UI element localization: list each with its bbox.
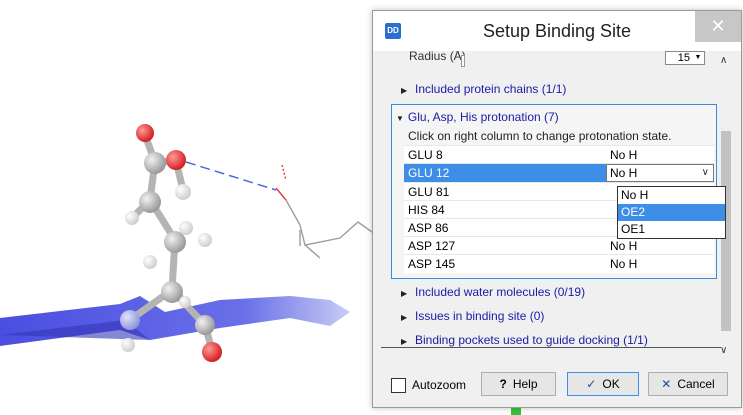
- close-icon: ✕: [661, 377, 672, 391]
- dialog-title: Setup Binding Site: [482, 21, 632, 41]
- section-protonation: ▼ Glu, Asp, His protonation (7) Click on …: [391, 104, 726, 279]
- help-button[interactable]: ? Help: [481, 372, 556, 396]
- section-label: Glu, Asp, His protonation (7): [407, 110, 559, 124]
- table-row[interactable]: ASP 145 No H: [404, 254, 714, 273]
- protonation-state: No H: [610, 166, 638, 180]
- separator: [381, 347, 721, 348]
- section-issues[interactable]: ▶ Issues in binding site (0): [401, 305, 544, 327]
- radius-row: Radius (Å) 15 ▼: [381, 51, 717, 71]
- residue-name: ASP 86: [404, 218, 606, 237]
- expand-arrow-icon: ▶: [401, 313, 408, 322]
- section-label: Included protein chains (1/1): [415, 82, 567, 96]
- residue-name: GLU 12: [404, 163, 606, 183]
- collapse-arrow-icon: ▼: [396, 114, 404, 123]
- settings-scroll-area[interactable]: Radius (Å) 15 ▼ ▶ Included protein chains …: [381, 51, 735, 358]
- table-row[interactable]: GLU 8 No H: [404, 145, 714, 164]
- expand-arrow-icon: ▶: [401, 86, 408, 95]
- section-water-molecules[interactable]: ▶ Included water molecules (0/19): [401, 281, 585, 303]
- expand-arrow-icon: ▶: [401, 289, 408, 298]
- table-row[interactable]: ASP 127 No H: [404, 236, 714, 255]
- radius-spinbox[interactable]: 15 ▼: [665, 51, 705, 65]
- scroll-down-icon[interactable]: ∨: [720, 345, 727, 356]
- autozoom-label: Autozoom: [412, 378, 467, 392]
- cancel-label: Cancel: [677, 377, 715, 391]
- checkbox-box[interactable]: [391, 378, 406, 394]
- cancel-button[interactable]: ✕ Cancel: [648, 372, 728, 396]
- residue-name: HIS 84: [404, 200, 606, 219]
- protonation-state[interactable]: No H: [606, 236, 714, 255]
- section-label: Binding pockets used to guide docking (1…: [415, 333, 648, 347]
- expand-arrow-icon: ▶: [401, 337, 408, 346]
- close-icon: ✕: [710, 16, 726, 36]
- ligand-sticks: [275, 164, 373, 259]
- spin-down-icon[interactable]: ▼: [693, 53, 703, 63]
- close-button[interactable]: ✕: [695, 11, 741, 42]
- radius-slider-handle[interactable]: [461, 55, 465, 67]
- residue-name: GLU 8: [404, 145, 606, 164]
- title-bar[interactable]: DD Setup Binding Site ✕: [373, 11, 741, 51]
- residue-name: GLU 81: [404, 182, 606, 201]
- hydrogen-bond: [185, 161, 277, 191]
- protonation-state[interactable]: No H: [606, 254, 714, 273]
- help-label: Help: [512, 377, 538, 391]
- chevron-down-icon: ∨: [701, 167, 709, 178]
- ok-label: OK: [602, 377, 620, 391]
- setup-binding-site-dialog: DD Setup Binding Site ✕ Radius (Å) 15 ▼ ▶…: [372, 10, 742, 408]
- residue-name: ASP 145: [404, 254, 606, 273]
- scroll-up-icon[interactable]: ∧: [720, 55, 727, 66]
- autozoom-checkbox[interactable]: Autozoom: [391, 375, 466, 395]
- table-row[interactable]: GLU 12 No H ∨: [404, 163, 714, 183]
- question-icon: ?: [499, 377, 507, 391]
- check-icon: ✓: [586, 377, 597, 391]
- ok-button[interactable]: ✓ OK: [567, 372, 639, 396]
- dropdown-option[interactable]: OE2: [618, 204, 725, 221]
- dropdown-option[interactable]: OE1: [618, 221, 725, 238]
- protein-ribbon: [0, 296, 350, 346]
- section-label: Issues in binding site (0): [415, 309, 545, 323]
- protonation-select[interactable]: No H ∨: [606, 164, 714, 182]
- residue-name: ASP 127: [404, 236, 606, 255]
- protonation-dropdown-list: No H OE2 OE1: [617, 186, 726, 239]
- protonation-header[interactable]: ▼ Glu, Asp, His protonation (7): [396, 107, 559, 127]
- section-protein-chains[interactable]: ▶ Included protein chains (1/1): [401, 78, 566, 100]
- section-label: Included water molecules (0/19): [415, 285, 586, 299]
- radius-value: 15: [677, 52, 690, 64]
- protonation-instructions: Click on right column to change protonat…: [408, 129, 672, 143]
- radius-label: Radius (Å): [409, 51, 466, 63]
- protonation-state[interactable]: No H: [606, 145, 714, 164]
- dropdown-option[interactable]: No H: [618, 187, 725, 204]
